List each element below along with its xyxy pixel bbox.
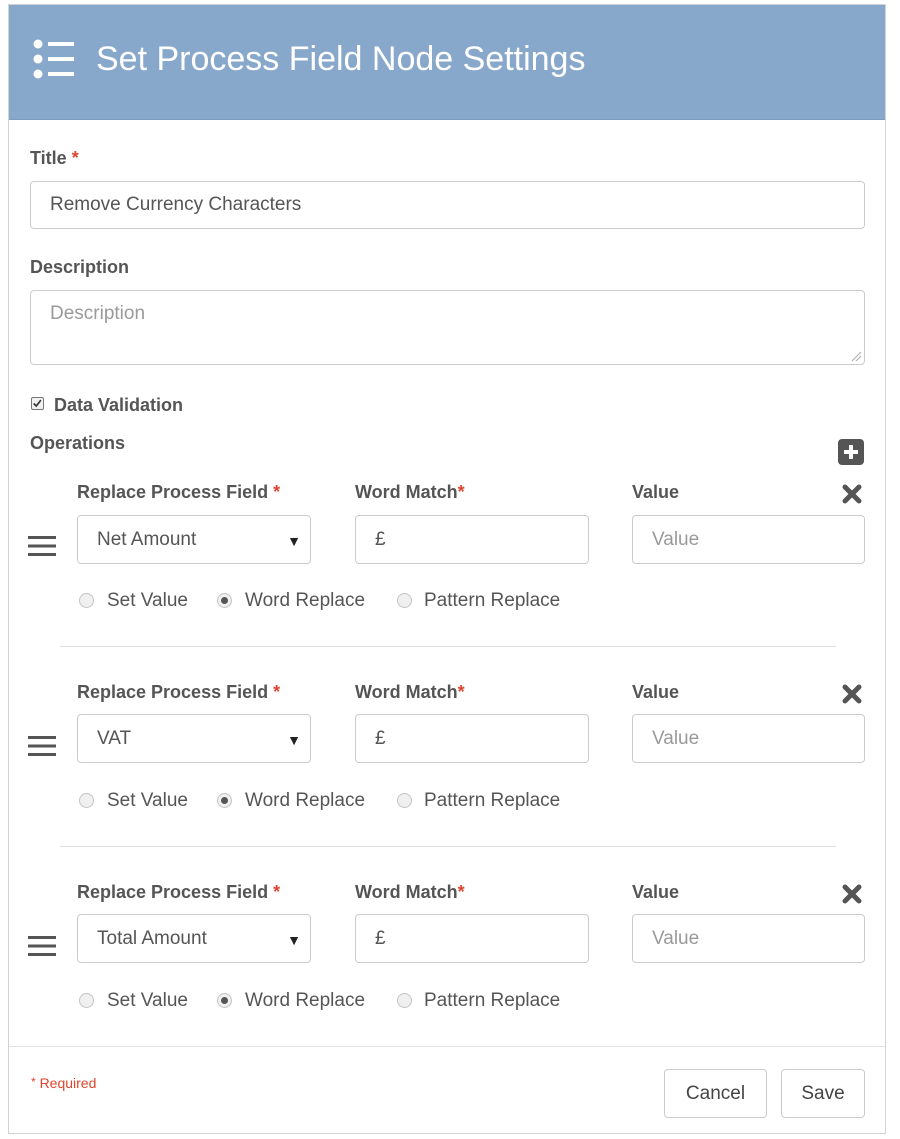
word-match-input[interactable]: £ (355, 914, 589, 963)
checkmark-icon (33, 399, 42, 408)
replace-field-select-value: Net Amount (97, 528, 197, 550)
title-input[interactable]: Remove Currency Characters (30, 181, 865, 229)
set-value-radio[interactable] (79, 993, 94, 1008)
word-replace-radio[interactable] (217, 993, 232, 1008)
pattern-replace-radio-label[interactable]: Pattern Replace (424, 789, 560, 813)
caret-down-icon: ▼ (287, 932, 301, 948)
set-value-radio[interactable] (79, 793, 94, 808)
set-value-radio-label[interactable]: Set Value (107, 589, 188, 613)
pattern-replace-radio-label[interactable]: Pattern Replace (424, 989, 560, 1013)
dialog-title: Set Process Field Node Settings (96, 40, 586, 78)
replace-field-label: Replace Process Field * (77, 881, 280, 903)
replace-field-select-value: VAT (97, 727, 132, 749)
set-value-radio-label[interactable]: Set Value (107, 789, 188, 813)
word-match-label: Word Match* (355, 881, 465, 903)
required-note-text: Required (39, 1075, 97, 1091)
required-asterisk: * (457, 882, 465, 902)
word-replace-radio-label[interactable]: Word Replace (245, 589, 365, 613)
plus-icon (844, 445, 858, 459)
operation-divider (60, 846, 836, 847)
remove-operation-icon[interactable] (841, 883, 863, 905)
cancel-button[interactable]: Cancel (664, 1069, 767, 1118)
caret-down-icon: ▼ (287, 533, 301, 549)
word-match-input[interactable]: £ (355, 714, 589, 763)
description-label: Description (30, 257, 130, 277)
dialog-header: Set Process Field Node Settings (9, 5, 885, 120)
set-value-radio[interactable] (79, 593, 94, 608)
drag-handle-icon[interactable] (28, 535, 56, 557)
required-note: * Required (31, 1075, 96, 1091)
word-replace-radio-label[interactable]: Word Replace (245, 789, 365, 813)
pattern-replace-radio-label[interactable]: Pattern Replace (424, 589, 560, 613)
word-replace-radio-label[interactable]: Word Replace (245, 989, 365, 1013)
required-asterisk: * (273, 682, 281, 702)
save-button[interactable]: Save (781, 1069, 865, 1118)
word-replace-radio[interactable] (217, 593, 232, 608)
drag-handle-icon[interactable] (28, 735, 56, 757)
data-validation-label[interactable]: Data Validation (54, 394, 183, 416)
operations-label: Operations (30, 433, 126, 453)
word-replace-radio[interactable] (217, 793, 232, 808)
value-placeholder: Value (652, 927, 700, 949)
value-label: Value (632, 482, 680, 502)
title-label-text: Title (30, 148, 67, 168)
list-icon (33, 39, 74, 79)
required-asterisk: * (71, 148, 79, 168)
value-label: Value (632, 882, 680, 902)
required-asterisk: * (273, 882, 281, 902)
replace-field-select[interactable]: Net Amount ▼ (77, 515, 311, 564)
replace-field-label: Replace Process Field * (77, 481, 280, 503)
word-match-label: Word Match* (355, 481, 465, 503)
data-validation-checkbox[interactable] (31, 397, 44, 410)
remove-operation-icon[interactable] (841, 683, 863, 705)
required-asterisk: * (457, 682, 465, 702)
drag-handle-icon[interactable] (28, 935, 56, 957)
replace-field-select[interactable]: Total Amount ▼ (77, 914, 311, 963)
required-note-asterisk: * (31, 1075, 36, 1089)
required-asterisk: * (273, 482, 281, 502)
pattern-replace-radio[interactable] (397, 593, 412, 608)
word-match-input[interactable]: £ (355, 515, 589, 564)
add-operation-button[interactable] (838, 439, 864, 465)
replace-field-label-text: Replace Process Field (77, 882, 269, 902)
node-settings-dialog: Set Process Field Node Settings Title * … (8, 4, 886, 1134)
replace-field-label-text: Replace Process Field (77, 682, 269, 702)
description-textarea[interactable]: Description (30, 290, 865, 365)
title-input-value: Remove Currency Characters (50, 194, 302, 215)
value-input[interactable]: Value (632, 714, 865, 763)
word-match-label-text: Word Match (355, 482, 458, 502)
word-match-label-text: Word Match (355, 682, 458, 702)
description-placeholder: Description (50, 303, 146, 324)
value-input[interactable]: Value (632, 515, 865, 564)
word-match-label-text: Word Match (355, 882, 458, 902)
resize-grip-icon[interactable] (850, 350, 862, 362)
set-value-radio-label[interactable]: Set Value (107, 989, 188, 1013)
word-match-value: £ (375, 528, 386, 550)
required-asterisk: * (457, 482, 465, 502)
remove-operation-icon[interactable] (841, 483, 863, 505)
replace-field-label-text: Replace Process Field (77, 482, 269, 502)
value-input[interactable]: Value (632, 914, 865, 963)
replace-field-select[interactable]: VAT ▼ (77, 714, 311, 763)
title-label: Title * (30, 147, 79, 169)
caret-down-icon: ▼ (287, 732, 301, 748)
replace-field-label: Replace Process Field * (77, 681, 280, 703)
pattern-replace-radio[interactable] (397, 993, 412, 1008)
word-match-value: £ (375, 927, 386, 949)
word-match-value: £ (375, 727, 386, 749)
word-match-label: Word Match* (355, 681, 465, 703)
value-label: Value (632, 682, 680, 702)
replace-field-select-value: Total Amount (97, 927, 207, 949)
operation-divider (60, 646, 836, 647)
value-placeholder: Value (652, 528, 700, 550)
value-placeholder: Value (652, 727, 700, 749)
pattern-replace-radio[interactable] (397, 793, 412, 808)
footer-divider (9, 1046, 885, 1047)
